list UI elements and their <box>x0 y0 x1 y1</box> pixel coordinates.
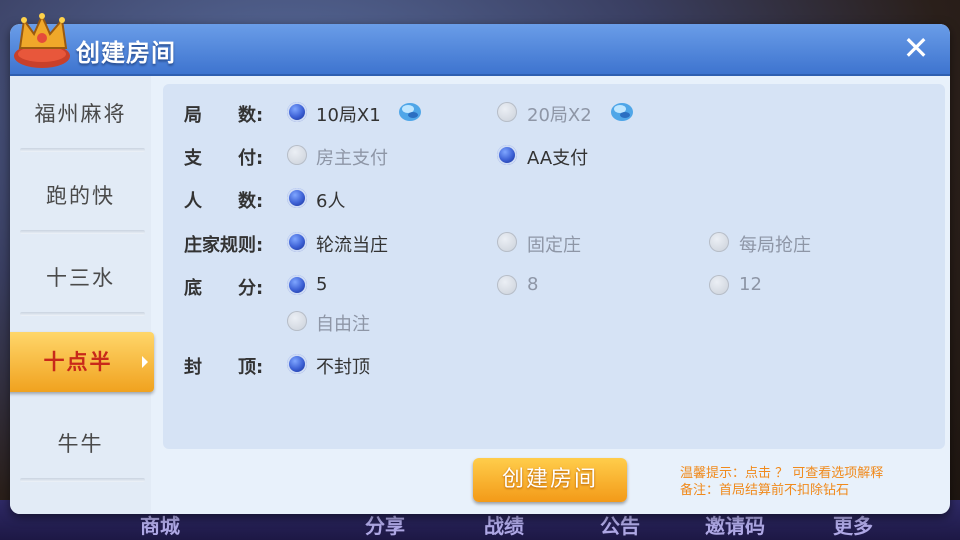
cap-label: 封 顶: <box>184 357 264 378</box>
radio-banker-fixed[interactable] <box>497 232 517 252</box>
radio-banker-grab[interactable] <box>709 232 729 252</box>
nav-invite-code[interactable]: 邀请码 <box>705 510 765 539</box>
diamond-icon <box>399 103 421 121</box>
option-base-free: 自由注 <box>316 314 370 335</box>
tab-paodekuai[interactable]: 跑的快 <box>10 166 151 234</box>
create-room-button[interactable]: 创建房间 <box>473 458 627 502</box>
option-payment-owner: 房主支付 <box>316 148 388 169</box>
radio-base-8[interactable] <box>497 275 517 295</box>
radio-base-free[interactable] <box>287 311 307 331</box>
radio-payment-owner[interactable] <box>287 145 307 165</box>
payment-label: 支 付: <box>184 148 264 169</box>
tab-label: 十点半 <box>43 350 113 374</box>
nav-notice[interactable]: 公告 <box>600 510 640 539</box>
nav-share[interactable]: 分享 <box>365 510 405 539</box>
tab-label: 福州麻将 <box>34 102 127 126</box>
option-players-6: 6人 <box>316 191 346 212</box>
radio-rounds-20[interactable] <box>497 102 517 122</box>
tab-fuzhou-mahjong[interactable]: 福州麻将 <box>10 84 151 152</box>
banker-label: 庄家规则: <box>184 235 264 256</box>
tab-label: 牛牛 <box>57 432 104 456</box>
create-room-dialog: 创建房间 ✕ 福州麻将 跑的快 十三水 十点半 牛牛 局 数: 10局X1 20… <box>10 24 950 514</box>
option-banker-grab: 每局抢庄 <box>739 235 811 256</box>
option-rounds-20: 20局X2 <box>527 105 592 126</box>
tab-label: 十三水 <box>46 266 115 290</box>
nav-more[interactable]: 更多 <box>833 510 873 539</box>
hint-note: 备注：首局结算前不扣除钻石 <box>680 483 850 498</box>
option-cap-none: 不封顶 <box>316 357 370 378</box>
radio-base-5[interactable] <box>287 275 307 295</box>
option-base-8: 8 <box>527 274 539 295</box>
tab-niuniu[interactable]: 牛牛 <box>10 414 151 482</box>
game-tab-sidebar: 福州麻将 跑的快 十三水 十点半 牛牛 <box>10 76 154 514</box>
players-label: 人 数: <box>184 191 264 212</box>
close-icon[interactable]: ✕ <box>900 32 932 64</box>
radio-players-6[interactable] <box>287 188 307 208</box>
radio-payment-aa[interactable] <box>497 145 517 165</box>
nav-shop[interactable]: 商城 <box>140 510 180 539</box>
rounds-label: 局 数: <box>184 105 264 126</box>
option-banker-fixed: 固定庄 <box>527 235 581 256</box>
option-payment-aa: AA支付 <box>527 148 589 169</box>
option-base-12: 12 <box>739 274 762 295</box>
radio-base-12[interactable] <box>709 275 729 295</box>
radio-banker-rotate[interactable] <box>287 232 307 252</box>
tab-shisanshui[interactable]: 十三水 <box>10 248 151 316</box>
dialog-title: 创建房间 <box>76 39 176 67</box>
tab-shidianban[interactable]: 十点半 <box>10 332 154 392</box>
option-rounds-10: 10局X1 <box>316 105 381 126</box>
options-panel <box>163 84 945 449</box>
dialog-titlebar: 创建房间 ✕ <box>10 24 950 76</box>
diamond-icon <box>611 103 633 121</box>
tab-label: 跑的快 <box>46 184 115 208</box>
option-base-5: 5 <box>316 274 328 295</box>
option-banker-rotate: 轮流当庄 <box>316 235 388 256</box>
radio-cap-none[interactable] <box>287 354 307 374</box>
radio-rounds-10[interactable] <box>287 102 307 122</box>
nav-records[interactable]: 战绩 <box>484 510 524 539</box>
crown-icon <box>14 13 70 68</box>
base-score-label: 底 分: <box>184 278 264 299</box>
